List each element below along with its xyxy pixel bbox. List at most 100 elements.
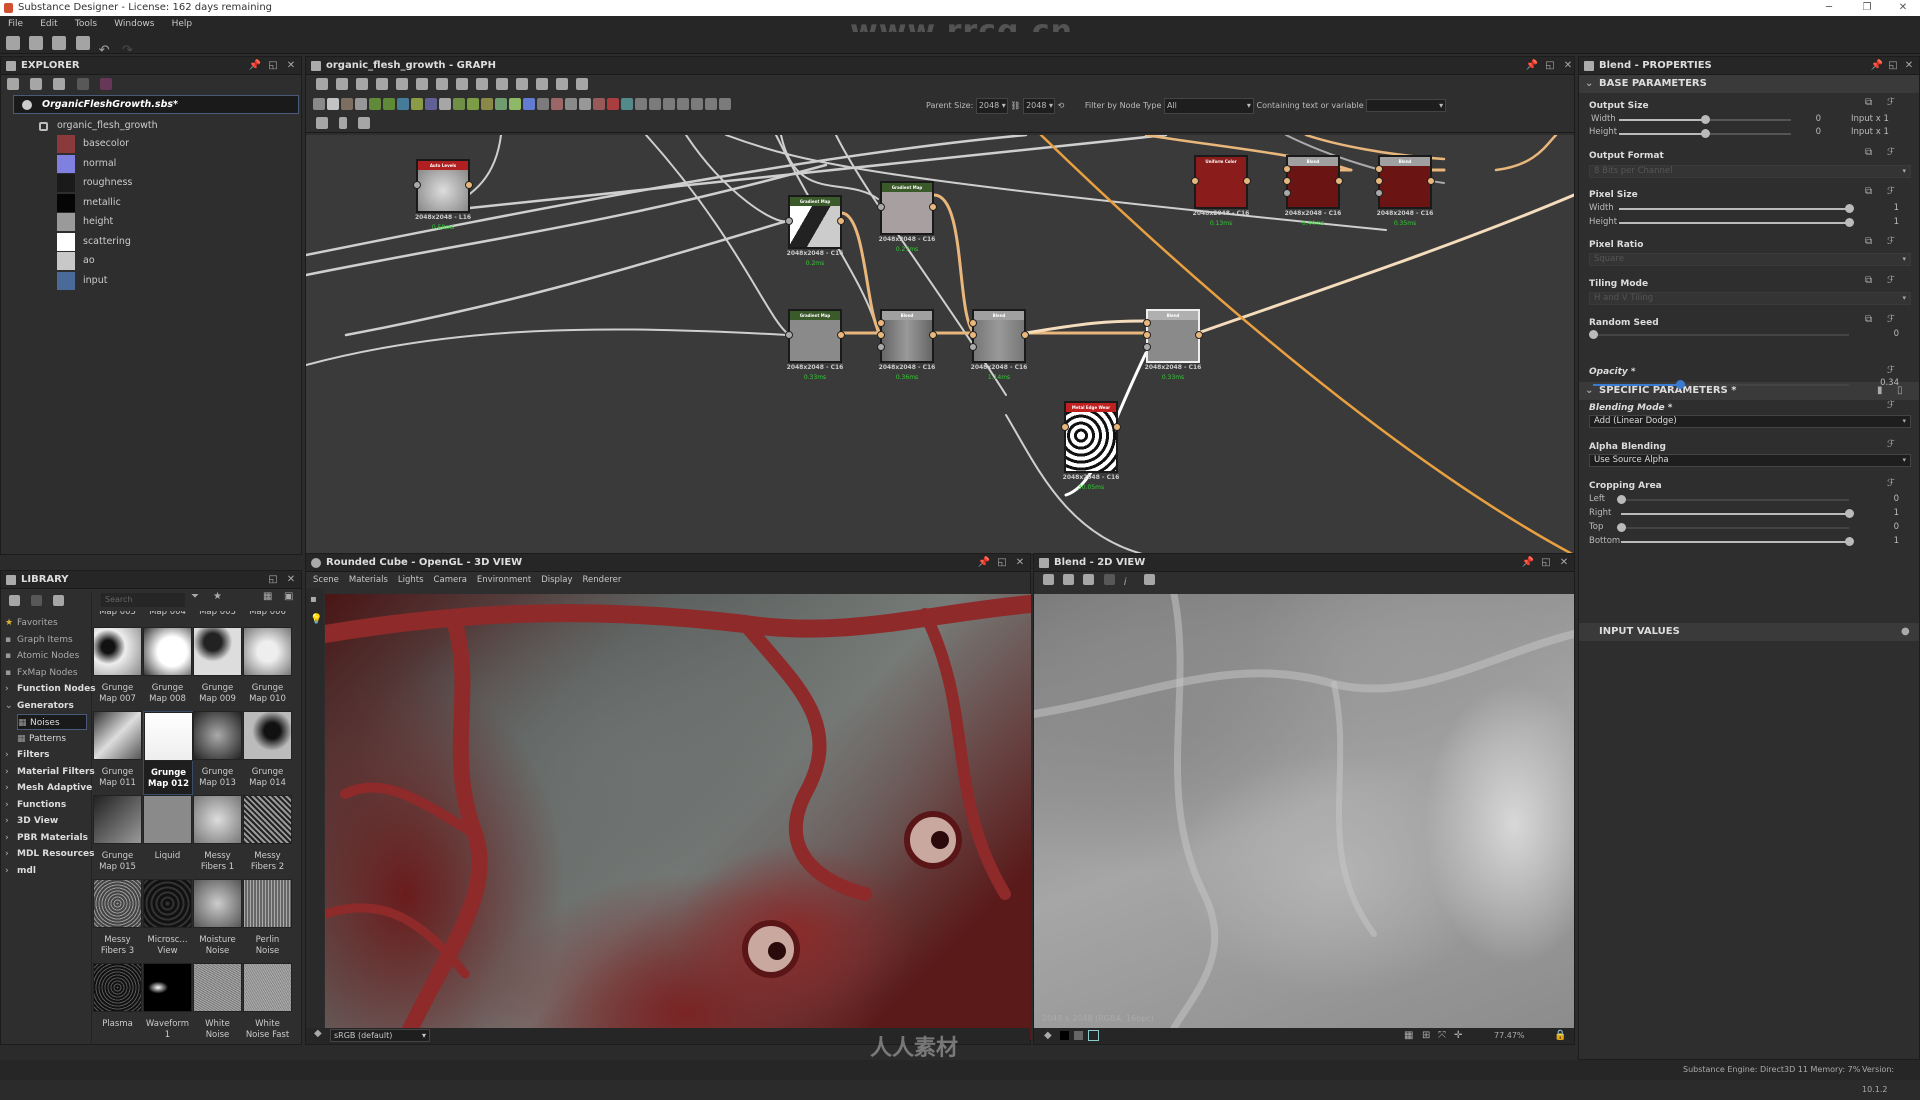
library-category-graph-items[interactable]: ▪ Graph Items xyxy=(5,632,73,648)
curve-icon[interactable] xyxy=(496,78,508,90)
close-icon[interactable]: ✕ xyxy=(1556,554,1572,572)
output-width-mode[interactable]: Input x 1 xyxy=(1851,114,1889,124)
atomic-node-icon[interactable] xyxy=(495,98,507,110)
atomic-node-icon[interactable] xyxy=(439,98,451,110)
output-width-value[interactable]: 0 xyxy=(1801,114,1821,124)
pixel-height-value[interactable]: 1 xyxy=(1879,217,1899,227)
graph-canvas[interactable]: Auto Levels 2048x2048 - L16 0.58ms Gradient… xyxy=(306,135,1574,554)
align-vertical-icon[interactable] xyxy=(339,117,348,129)
menu-edit[interactable]: Edit xyxy=(40,19,57,29)
opacity-slider[interactable] xyxy=(1593,380,1849,389)
function-icon[interactable]: ℱ xyxy=(1887,478,1895,489)
input-port[interactable] xyxy=(969,319,977,327)
atomic-node-icon[interactable] xyxy=(649,98,661,110)
graph-item[interactable]: organic_flesh_growth xyxy=(21,117,158,135)
node-blend-red-2[interactable]: Blend 2048x2048 - C16 0.35ms xyxy=(1375,155,1435,227)
atomic-node-icon[interactable] xyxy=(621,98,633,110)
close-icon[interactable]: ✕ xyxy=(1560,57,1574,75)
channel-icon[interactable] xyxy=(1088,1030,1099,1041)
output-port[interactable] xyxy=(1335,177,1343,185)
info-icon[interactable]: i xyxy=(1124,577,1135,588)
function-icon[interactable]: ℱ xyxy=(1887,400,1895,411)
input-port[interactable] xyxy=(1143,331,1151,339)
library-category-mesh-adaptive[interactable]: › Mesh Adaptive xyxy=(5,780,92,796)
atomic-node-icon[interactable] xyxy=(607,98,619,110)
inherit-icon[interactable]: ⧉ xyxy=(1865,275,1872,286)
mask-port[interactable] xyxy=(877,343,885,351)
library-category-generators[interactable]: ⌄ Generators xyxy=(5,698,74,714)
minimize-button[interactable]: ─ xyxy=(1814,0,1844,16)
output-port[interactable] xyxy=(1113,423,1121,431)
light-icon[interactable]: 💡 xyxy=(310,614,322,625)
parent-height-select[interactable]: 2048 ▾ xyxy=(1023,98,1056,114)
3d-menu-scene[interactable]: Scene xyxy=(313,575,339,585)
parent-width-select[interactable]: 2048 ▾ xyxy=(975,98,1008,114)
align-horizontal-icon[interactable] xyxy=(316,117,328,129)
atomic-node-icon[interactable] xyxy=(579,98,591,110)
input-port[interactable] xyxy=(785,217,793,225)
mask-port[interactable] xyxy=(1143,343,1151,351)
output-port[interactable] xyxy=(837,217,845,225)
output-port[interactable] xyxy=(1243,177,1251,185)
float-icon[interactable]: ◱ xyxy=(1885,57,1901,75)
node-blend-red-1[interactable]: Blend 2048x2048 - C16 0.44ms xyxy=(1283,155,1343,227)
save-icon[interactable] xyxy=(75,36,90,50)
open-folder-icon[interactable] xyxy=(52,36,67,50)
fit-icon[interactable] xyxy=(316,78,328,90)
save-package-icon[interactable] xyxy=(7,78,19,90)
library-item[interactable]: Messy Fibers 3 xyxy=(93,879,143,963)
refresh-icon[interactable] xyxy=(31,595,43,606)
alpha-blending-select[interactable]: Use Source Alpha ▾ xyxy=(1589,454,1911,467)
export-icon[interactable] xyxy=(556,78,568,90)
inherit-icon[interactable]: ⧉ xyxy=(1865,147,1872,158)
grid-icon[interactable] xyxy=(576,78,588,90)
atomic-node-icon[interactable] xyxy=(313,98,325,110)
atomic-node-icon[interactable] xyxy=(355,98,367,110)
input-port[interactable] xyxy=(1191,177,1199,185)
output-format-select[interactable]: 8 Bits per Channel ▾ xyxy=(1589,165,1911,178)
maximize-button[interactable]: ❐ xyxy=(1852,0,1882,16)
copy-icon[interactable] xyxy=(1043,574,1054,585)
atomic-node-icon[interactable] xyxy=(705,98,717,110)
mask-port[interactable] xyxy=(969,343,977,351)
library-category-patterns[interactable]: ▦ Patterns xyxy=(17,731,66,747)
node-auto-levels[interactable]: Auto Levels 2048x2048 - L16 0.58ms xyxy=(413,159,473,231)
fit-icon[interactable]: ⤧ xyxy=(1438,1028,1446,1044)
output-height-slider[interactable] xyxy=(1619,129,1791,138)
atomic-node-icon[interactable] xyxy=(383,98,395,110)
function-icon[interactable]: ℱ xyxy=(1887,147,1895,158)
output-port[interactable] xyxy=(929,331,937,339)
atomic-node-icon[interactable] xyxy=(467,98,479,110)
save-image-icon[interactable] xyxy=(1063,574,1075,585)
publish-icon[interactable] xyxy=(53,78,66,90)
close-icon[interactable]: ✕ xyxy=(283,57,299,75)
tiling-icon[interactable]: ⊞ xyxy=(1422,1028,1430,1044)
output-item-height[interactable]: height xyxy=(57,213,113,231)
float-icon[interactable]: ◱ xyxy=(265,571,281,589)
view-mode-icon[interactable]: ▦ xyxy=(263,591,272,602)
mask-port[interactable] xyxy=(1283,189,1291,197)
atomic-node-icon[interactable] xyxy=(719,98,731,110)
library-category-mdl[interactable]: › mdl xyxy=(5,863,36,879)
library-item[interactable]: Messy Fibers 2 xyxy=(243,795,293,879)
opacity-value[interactable]: 0.34 xyxy=(1869,378,1899,388)
input-port[interactable] xyxy=(1143,319,1151,327)
library-item[interactable]: Grunge Map 015 xyxy=(93,795,143,879)
atomic-node-icon[interactable] xyxy=(453,98,465,110)
new-folder-icon[interactable] xyxy=(9,595,20,606)
add-icon[interactable]: ● xyxy=(1901,623,1910,641)
node-metal-edge-wear[interactable]: Metal Edge Wear 2048x2048 - C16 30.05ms xyxy=(1061,401,1121,491)
node-gradient-map-2[interactable]: Gradient Map 2048x2048 - C16 0.27ms xyxy=(877,181,937,253)
node-gradient-map-1[interactable]: Gradient Map 2048x2048 - C16 0.2ms xyxy=(785,195,845,267)
menu-help[interactable]: Help xyxy=(172,19,193,29)
library-item[interactable]: Grunge Map 009 xyxy=(193,627,243,711)
crop-top-slider[interactable] xyxy=(1617,523,1849,532)
crop-bottom-slider[interactable] xyxy=(1621,537,1854,546)
favorite-star-icon[interactable]: ★ xyxy=(213,591,222,602)
zoom-level[interactable]: 77.47% xyxy=(1494,1028,1525,1044)
center-icon[interactable]: ✛ xyxy=(1454,1028,1462,1044)
float-icon[interactable]: ◱ xyxy=(1538,554,1554,572)
library-item[interactable]: Grunge Map 007 xyxy=(93,627,143,711)
histogram-icon[interactable] xyxy=(1143,574,1155,585)
mask-port[interactable] xyxy=(1375,189,1383,197)
